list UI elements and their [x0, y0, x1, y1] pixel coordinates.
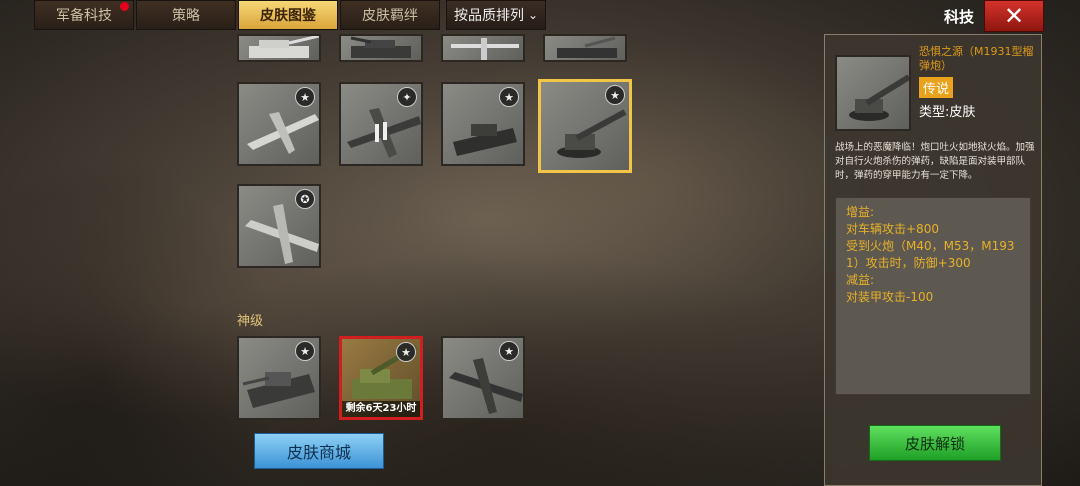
- bonus-line: 1）攻击时，防御+300: [846, 256, 971, 270]
- close-icon: ✕: [1003, 2, 1025, 30]
- bonus-line: 减益:: [846, 273, 875, 287]
- skin-unlock-button[interactable]: 皮肤解锁: [869, 425, 1001, 461]
- bonus-line: 增益:: [846, 205, 875, 219]
- skin-card[interactable]: ★: [441, 336, 525, 420]
- skin-card[interactable]: [237, 34, 321, 62]
- sort-label: 按品质排列: [453, 8, 524, 24]
- emblem-badge-icon: ✪: [295, 189, 315, 209]
- tab-label: 策略: [172, 8, 200, 24]
- tank-icon: [350, 36, 411, 58]
- skin-shop-button[interactable]: 皮肤商城: [254, 433, 384, 469]
- skin-card[interactable]: ✦: [339, 82, 423, 166]
- skin-card[interactable]: [441, 34, 525, 62]
- plane-icon: [451, 38, 519, 60]
- skin-detail-panel: 恐惧之源（M1931型榴弹炮） 传说 类型:皮肤 战场上的恶魔降临！炮口吐火如地…: [824, 34, 1042, 486]
- skin-card-god[interactable]: ★ 剩余6天23小时: [339, 336, 423, 420]
- tab-skin-bond[interactable]: 皮肤羁绊: [340, 0, 440, 30]
- star-badge-icon: ★: [499, 87, 519, 107]
- skin-card[interactable]: ★: [237, 336, 321, 420]
- eagle-badge-icon: ✦: [397, 87, 417, 107]
- skin-card[interactable]: ★: [441, 82, 525, 166]
- bonus-line: 对车辆攻击+800: [846, 222, 939, 236]
- notification-dot: [120, 2, 129, 11]
- chevron-down-icon: ⌄: [527, 8, 539, 22]
- star-badge-icon: ★: [396, 342, 416, 362]
- skin-thumbnail: [835, 55, 911, 131]
- tab-bar: 军备科技 策略 皮肤图鉴 皮肤羁绊 按品质排列 ⌄: [34, 0, 546, 32]
- remaining-time: 剩余6天23小时: [342, 401, 420, 417]
- star-badge-icon: ★: [605, 85, 625, 105]
- skin-description: 战场上的恶魔降临！炮口吐火如地狱火焰。加强对自行火炮杀伤的弹药，缺陷是面对装甲部…: [835, 142, 1035, 181]
- tank-icon: [557, 36, 617, 58]
- skin-card[interactable]: ★: [237, 82, 321, 166]
- tab-armament-tech[interactable]: 军备科技: [34, 0, 134, 30]
- tab-label: 皮肤羁绊: [362, 8, 418, 24]
- close-button[interactable]: ✕: [984, 0, 1044, 32]
- bonus-box: 增益: 对车辆攻击+800 受到火炮（M40，M53，M193 1）攻击时，防御…: [835, 197, 1031, 395]
- skin-card[interactable]: [339, 34, 423, 62]
- skin-card[interactable]: [543, 34, 627, 62]
- skin-card-selected[interactable]: ★: [538, 79, 632, 173]
- section-god-tier-label: 神级: [237, 314, 264, 329]
- tab-label: 军备科技: [56, 8, 112, 24]
- skin-name: 恐惧之源（M1931型榴弹炮）: [919, 45, 1034, 72]
- bonus-line: 对装甲攻击-100: [846, 290, 934, 304]
- tab-strategy[interactable]: 策略: [136, 0, 236, 30]
- artillery-icon: [849, 74, 909, 121]
- star-badge-icon: ★: [499, 341, 519, 361]
- tab-label: 皮肤图鉴: [260, 8, 316, 24]
- star-badge-icon: ★: [295, 87, 315, 107]
- skin-type: 类型:皮肤: [919, 105, 976, 120]
- page-title: 科技: [944, 8, 975, 26]
- bonus-line: 受到火炮（M40，M53，M193: [846, 239, 1015, 253]
- tab-skin-catalog[interactable]: 皮肤图鉴: [238, 0, 338, 30]
- rarity-badge: 传说: [919, 77, 954, 98]
- skin-card[interactable]: ✪: [237, 184, 321, 268]
- sort-dropdown[interactable]: 按品质排列 ⌄: [446, 0, 546, 30]
- star-badge-icon: ★: [295, 341, 315, 361]
- tank-icon: [249, 36, 319, 58]
